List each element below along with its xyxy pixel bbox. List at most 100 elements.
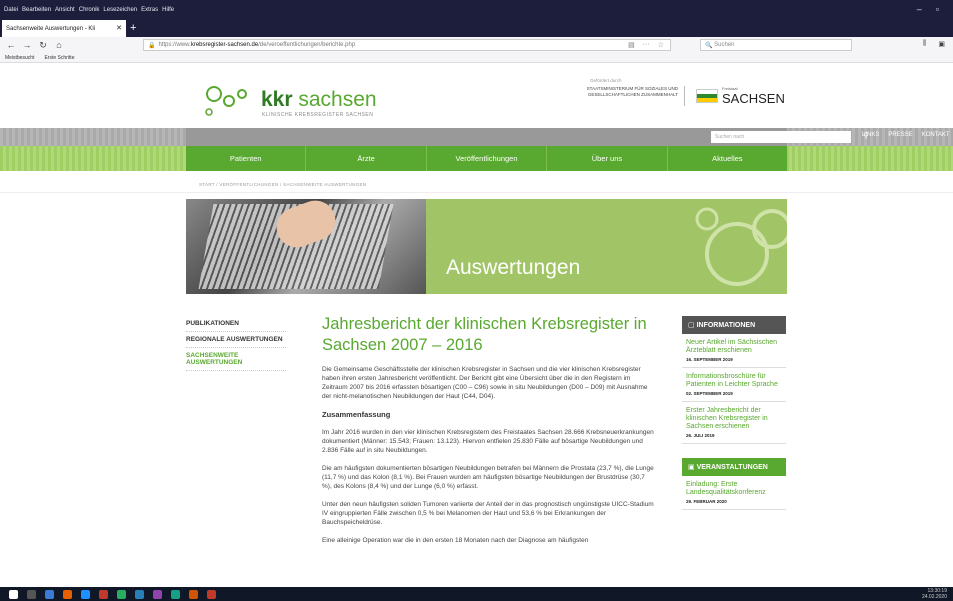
logo-circles-icon (205, 86, 247, 116)
sachsen-flag-icon (696, 89, 718, 103)
header-separator (684, 86, 685, 106)
menu-bearbeiten[interactable]: Bearbeiten (22, 7, 51, 13)
news-title[interactable]: Neuer Artikel im Sächsischen Ärzteblatt … (686, 339, 782, 355)
menu-hilfe[interactable]: Hilfe (162, 7, 174, 13)
home-icon[interactable]: ⌂ (54, 40, 64, 50)
news-date: 02. SEPTEMBER 2019 (686, 391, 733, 396)
restore-icon[interactable]: ▫ (936, 4, 939, 14)
leftnav-regionale[interactable]: REGIONALE AUSWERTUNGEN (186, 332, 286, 348)
divider (0, 192, 953, 193)
browser-tab[interactable]: Sachsenweite Auswertungen - Kli ✕ (2, 20, 126, 37)
nav-veroeffentlichungen[interactable]: Veröffentlichungen (427, 146, 548, 171)
minimize-icon[interactable]: – (917, 4, 922, 14)
pdf-icon[interactable] (207, 589, 216, 599)
app-icon[interactable] (189, 589, 198, 599)
breadcrumb[interactable]: START / VERÖFFENTLICHUNGEN / SACHSENWEIT… (199, 182, 366, 187)
article-paragraph: Die am häufigsten dokumentierten bösarti… (322, 465, 654, 490)
link-presse[interactable]: PRESSE (888, 132, 912, 138)
lock-icon: 🔒 (148, 42, 156, 49)
nav-patienten[interactable]: Patienten (186, 146, 307, 171)
news-item[interactable]: Neuer Artikel im Sächsischen Ärzteblatt … (682, 334, 786, 368)
link-links[interactable]: LINKS (862, 132, 879, 138)
nav-aerzte[interactable]: Ärzte (306, 146, 427, 171)
new-tab-icon[interactable]: + (130, 22, 136, 34)
bookmark-star-icon[interactable]: ☆ (658, 41, 664, 49)
start-icon[interactable] (9, 589, 18, 599)
url-prefix: https://www. (158, 42, 191, 48)
back-icon[interactable]: ← (6, 40, 16, 50)
url-path: /de/veroeffentlichungen/berichte.php (258, 42, 356, 48)
explorer-icon[interactable] (45, 589, 54, 599)
more-icon[interactable]: ··· (643, 41, 650, 49)
news-title[interactable]: Erster Jahresbericht der klinischen Kreb… (686, 407, 782, 431)
calendar-icon: ▣ (688, 464, 697, 471)
app-icon[interactable] (171, 589, 180, 599)
site-search-input[interactable]: Suchen nach ⚲ (711, 131, 869, 143)
sachsen-logo[interactable]: Freistaat SACHSEN (696, 86, 785, 106)
close-tab-icon[interactable]: ✕ (116, 24, 122, 32)
leftnav-publikationen[interactable]: PUBLIKATIONEN (186, 316, 286, 332)
news-title[interactable]: Informationsbroschüre für Patienten in L… (686, 373, 782, 389)
sachsen-label: SACHSEN (722, 91, 785, 106)
tab-bar: Sachsenweite Auswertungen - Kli ✕ + (0, 20, 953, 37)
news-date: 26. JULI 2019 (686, 433, 715, 438)
ministry-name: STAATSMINISTERIUM FÜR SOZIALES UND GESEL… (586, 86, 678, 97)
news-item[interactable]: Erster Jahresbericht der klinischen Kreb… (682, 402, 786, 444)
hero-photo (186, 199, 426, 294)
edge-icon[interactable] (81, 589, 90, 599)
library-icon[interactable]: ⫼ (923, 40, 926, 48)
app-icon[interactable] (117, 589, 126, 599)
info-icon: ▢ (688, 322, 697, 329)
app-icon[interactable] (99, 589, 108, 599)
browser-search-input[interactable]: 🔍 Suchen (700, 39, 852, 51)
events-box-heading: ▣ VERANSTALTUNGEN (682, 458, 786, 476)
reader-icon[interactable]: ▤ (628, 41, 635, 49)
summary-heading: Zusammenfassung (322, 410, 391, 419)
menu-ansicht[interactable]: Ansicht (55, 7, 75, 13)
event-title[interactable]: Einladung: Erste Landesqualitätskonferen… (686, 481, 782, 497)
app-icon[interactable] (153, 589, 162, 599)
nav-aktuelles[interactable]: Aktuelles (668, 146, 787, 171)
article-intro: Die Gemeinsame Geschäftsstelle der klini… (322, 366, 648, 400)
leftnav-sachsenweite[interactable]: SACHSENWEITE AUSWERTUNGEN (186, 348, 286, 371)
sidebar-icon[interactable]: ▣ (938, 40, 945, 48)
menu-extras[interactable]: Extras (141, 7, 158, 13)
url-host: krebsregister-sachsen.de (190, 42, 259, 48)
bookmark-erste-schritte[interactable]: Erste Schritte (44, 55, 74, 61)
hero-banner: Auswertungen (186, 199, 787, 294)
bookmark-meistbesucht[interactable]: Meistbesucht (5, 55, 34, 61)
logo-subtitle: KLINISCHE KREBSREGISTER SACHSEN (262, 112, 374, 118)
nav-ueber-uns[interactable]: Über uns (547, 146, 668, 171)
article: Jahresbericht der klinischen Krebsregist… (322, 314, 655, 545)
link-kontakt[interactable]: KONTAKT (922, 132, 950, 138)
web-page: kkr sachsen KLINISCHE KREBSREGISTER SACH… (0, 64, 953, 587)
browser-search-placeholder: Suchen (714, 42, 735, 48)
url-bar[interactable]: 🔒 https://www. krebsregister-sachsen.de/d… (143, 39, 671, 51)
firefox-icon[interactable] (63, 589, 72, 599)
info-box-heading: ▢ INFORMATIONEN (682, 316, 786, 334)
event-item[interactable]: Einladung: Erste Landesqualitätskonferen… (682, 476, 786, 510)
event-date: 29. FEBRUAR 2020 (686, 499, 727, 504)
news-item[interactable]: Informationsbroschüre für Patienten in L… (682, 368, 786, 402)
bookmarks-bar: Meistbesucht Erste Schritte (0, 53, 953, 63)
reload-icon[interactable]: ↻ (38, 40, 48, 51)
article-paragraph: Eine alleinige Operation war die in den … (322, 537, 589, 544)
system-tray[interactable]: 13:30:19 24.02.2020 (922, 588, 947, 600)
task-view-icon[interactable] (27, 589, 36, 599)
menu-lesezeichen[interactable]: Lesezeichen (103, 7, 137, 13)
utility-bar: Suchen nach ⚲ LINKS PRESSE KONTAKT (0, 128, 953, 146)
tab-title: Sachsenweite Auswertungen - Kli (6, 25, 96, 32)
forward-icon[interactable]: → (22, 40, 32, 50)
site-logo[interactable]: kkr sachsen (261, 88, 377, 112)
search-icon: 🔍 (705, 42, 715, 49)
menu-bar: Datei Bearbeiten Ansicht Chronik Lesezei… (0, 0, 953, 20)
news-date: 16. SEPTEMBER 2019 (686, 357, 733, 362)
left-nav: PUBLIKATIONEN REGIONALE AUSWERTUNGEN SAC… (186, 316, 286, 371)
article-paragraph: Unter den neun häufigsten soliden Tumore… (322, 501, 654, 526)
app-icon[interactable] (135, 589, 144, 599)
menu-chronik[interactable]: Chronik (79, 7, 100, 13)
menu-datei[interactable]: Datei (4, 7, 18, 13)
hero-title: Auswertungen (446, 256, 581, 279)
site-search-placeholder: Suchen nach (715, 134, 745, 140)
main-nav: Patienten Ärzte Veröffentlichungen Über … (0, 146, 953, 171)
